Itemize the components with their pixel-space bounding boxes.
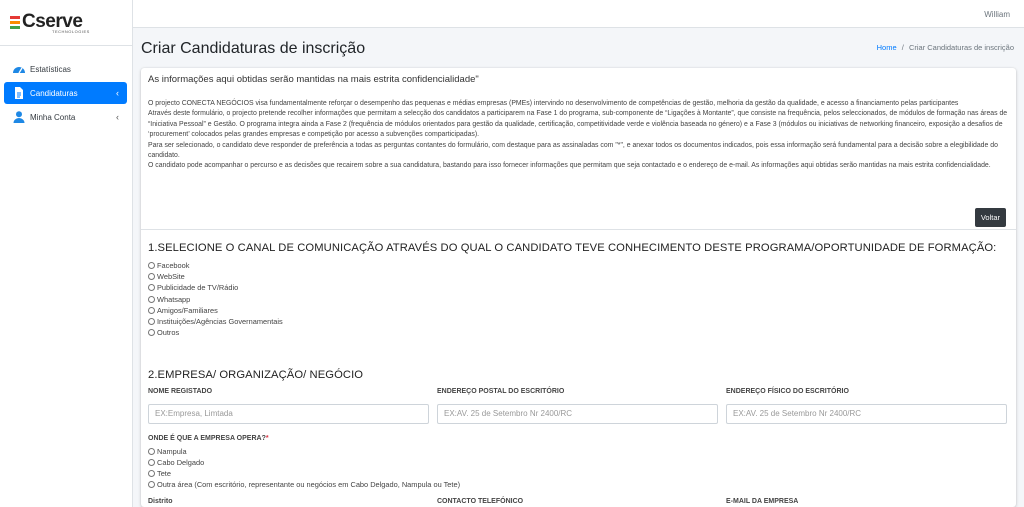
brand-logo[interactable]: Cserve TECHNOLOGIES (0, 0, 132, 46)
divider (141, 229, 1016, 230)
intro-paragraph: Através deste formulário, o projecto pre… (148, 110, 1008, 139)
breadcrumb-separator: / (901, 43, 904, 52)
field-label: NOME REGISTADO (148, 388, 213, 395)
company-fields: NOME REGISTADO ENDEREÇO POSTAL DO ESCRIT… (148, 388, 1008, 424)
radio-circle[interactable] (148, 273, 155, 281)
radio-circle[interactable] (148, 295, 155, 303)
radio-option[interactable]: Nampula (148, 446, 1008, 457)
radio-label: Cabo Delgado (157, 457, 205, 467)
field-label: Distrito (148, 498, 173, 506)
user-icon (12, 111, 26, 123)
radio-label: WebSite (157, 272, 185, 282)
radio-circle[interactable] (148, 481, 155, 489)
radio-label: Nampula (157, 446, 187, 456)
voltar-button[interactable]: Voltar (974, 208, 1006, 227)
radio-circle[interactable] (148, 329, 155, 337)
section-title: 2.EMPRESA/ ORGANIZAÇÃO/ NEGÓCIO (148, 369, 364, 381)
sidebar-item-estatisticas[interactable]: Estatísticas (4, 58, 127, 80)
radio-option[interactable]: Instituições/Agências Governamentais (148, 316, 1008, 327)
sidebar-item-minha-conta[interactable]: Minha Conta ‹ (4, 106, 127, 128)
sidebar-nav: Estatísticas Candidaturas ‹ Minha Conta … (0, 46, 132, 128)
section-title: 1.SELECIONE O CANAL DE COMUNICAÇÃO ATRAV… (148, 242, 997, 254)
field-label: ENDEREÇO POSTAL DO ESCRITÓRIO (437, 388, 565, 395)
endereco-postal-input[interactable] (437, 403, 718, 424)
sidebar-item-label: Minha Conta (30, 112, 76, 122)
field-label: ENDEREÇO FÍSICO DO ESCRITÓRIO (726, 388, 849, 395)
radio-circle[interactable] (148, 469, 155, 477)
intro-text: O projecto CONECTA NEGÓCIOS visa fundame… (148, 99, 1008, 172)
brand-sub: TECHNOLOGIES (52, 28, 90, 34)
opera-radio-group: Nampula Cabo Delgado Tete Outra área (Co… (148, 446, 1008, 491)
section-company: 2.EMPRESA/ ORGANIZAÇÃO/ NEGÓCIO NOME REG… (148, 369, 1008, 505)
channel-radio-group: Facebook WebSite Publicidade de TV/Rádio… (148, 260, 1008, 338)
field-label: E-MAIL DA EMPRESA (726, 498, 799, 506)
radio-label: Instituições/Agências Governamentais (157, 317, 283, 327)
field-endereco-fisico: ENDEREÇO FÍSICO DO ESCRITÓRIO (726, 388, 1007, 424)
radio-circle[interactable] (148, 262, 155, 270)
chevron-left-icon: ‹ (116, 88, 119, 98)
page-title: Criar Candidaturas de inscrição (141, 40, 366, 57)
breadcrumb-home-link[interactable]: Home (877, 43, 897, 52)
brand-name: Cserve (22, 10, 83, 32)
radio-label: Tete (157, 468, 171, 478)
section-channel: 1.SELECIONE O CANAL DE COMUNICAÇÃO ATRAV… (148, 242, 1008, 338)
intro-paragraph: O candidato pode acompanhar o percurso e… (148, 162, 991, 170)
endereco-fisico-input[interactable] (726, 403, 1007, 424)
sidebar: Cserve TECHNOLOGIES Estatísticas Candida… (0, 0, 133, 507)
sidebar-item-label: Candidaturas (30, 88, 78, 98)
radio-option[interactable]: Whatsapp (148, 294, 1008, 305)
opera-label: ONDE É QUE A EMPRESA OPERA?* (148, 435, 1008, 442)
radio-label: Facebook (157, 261, 190, 271)
page-header: Criar Candidaturas de inscrição Home / C… (141, 38, 1014, 60)
radio-label: Publicidade de TV/Rádio (157, 283, 239, 293)
radio-option[interactable]: Publicidade de TV/Rádio (148, 282, 1008, 293)
radio-label: Amigos/Familiares (157, 305, 218, 315)
field-nome-registado: NOME REGISTADO (148, 388, 429, 424)
topbar: William (133, 0, 1024, 28)
radio-option[interactable]: Outra área (Com escritório, representant… (148, 479, 1008, 490)
form-card: As informações aqui obtidas serão mantid… (141, 68, 1016, 507)
radio-option[interactable]: Tete (148, 468, 1008, 479)
intro-paragraph: O projecto CONECTA NEGÓCIOS visa fundame… (148, 100, 959, 107)
radio-option[interactable]: Amigos/Familiares (148, 305, 1008, 316)
file-icon (12, 87, 26, 99)
opera-label-text: ONDE É QUE A EMPRESA OPERA? (148, 434, 266, 442)
nome-registado-input[interactable] (148, 403, 429, 424)
radio-label: Whatsapp (157, 294, 191, 304)
radio-circle[interactable] (148, 447, 155, 455)
radio-circle[interactable] (148, 306, 155, 314)
intro-paragraph: Para ser selecionado, o candidato deve r… (148, 141, 998, 160)
radio-label: Outros (157, 328, 180, 338)
radio-option[interactable]: WebSite (148, 271, 1008, 282)
chevron-left-icon: ‹ (116, 112, 119, 122)
next-field-labels: Distrito CONTACTO TELEFÓNICO E-MAIL DA E… (148, 498, 1008, 505)
sidebar-item-candidaturas[interactable]: Candidaturas ‹ (4, 82, 127, 104)
radio-circle[interactable] (148, 458, 155, 466)
field-label: CONTACTO TELEFÓNICO (437, 498, 524, 506)
confidentiality-notice: As informações aqui obtidas serão mantid… (148, 74, 479, 85)
radio-label: Outra área (Com escritório, representant… (157, 480, 461, 490)
sidebar-item-label: Estatísticas (30, 64, 71, 74)
radio-option[interactable]: Facebook (148, 260, 1008, 271)
gauge-icon (12, 63, 26, 75)
radio-option[interactable]: Cabo Delgado (148, 457, 1008, 468)
user-menu[interactable]: William (984, 10, 1010, 19)
breadcrumb-current: Criar Candidaturas de inscrição (908, 43, 1014, 52)
radio-circle[interactable] (148, 284, 155, 292)
logo-bars-icon (10, 16, 20, 29)
radio-circle[interactable] (148, 318, 155, 326)
breadcrumb: Home / Criar Candidaturas de inscrição (877, 43, 1014, 52)
field-endereco-postal: ENDEREÇO POSTAL DO ESCRITÓRIO (437, 388, 718, 424)
required-marker: * (265, 434, 269, 442)
radio-option[interactable]: Outros (148, 327, 1008, 338)
